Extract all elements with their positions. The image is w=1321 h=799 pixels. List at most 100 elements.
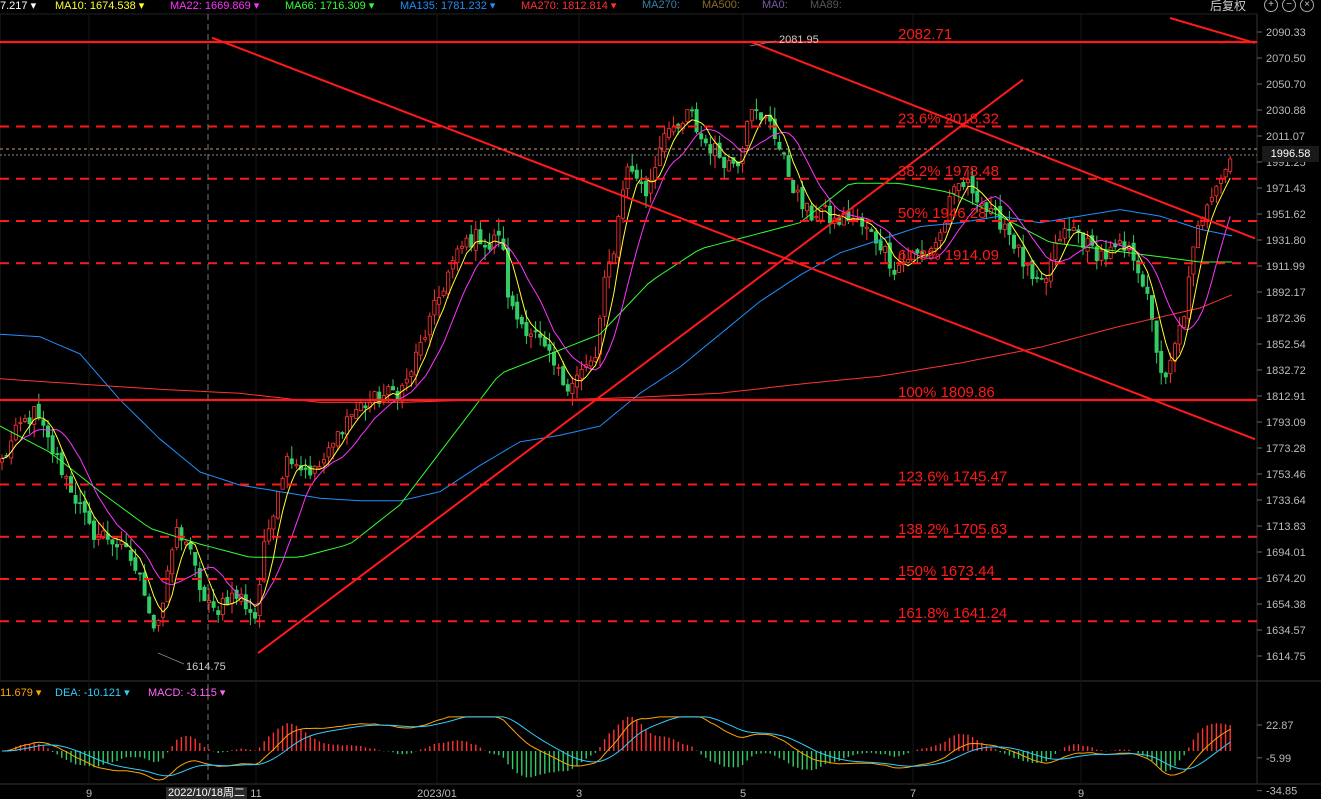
candle-body: [1067, 228, 1072, 231]
candle-body: [41, 419, 46, 426]
candle-body: [630, 165, 635, 172]
time-axis-label: 2023/01: [417, 788, 457, 799]
candle-body: [570, 383, 575, 394]
ma-legend-item[interactable]: MA10: 1674.538 ▾: [55, 0, 144, 12]
candle-body: [459, 245, 464, 249]
candle-body: [602, 276, 607, 317]
candle-body: [326, 447, 331, 458]
ma-legend-item[interactable]: MA66: 1716.309 ▾: [285, 0, 374, 12]
candle-body: [1214, 185, 1219, 197]
candle-body: [690, 109, 695, 112]
candle-body: [713, 143, 718, 157]
candle-body: [450, 260, 455, 270]
candle-body: [561, 366, 566, 386]
candle-body: [344, 416, 349, 435]
price-panel-border: [0, 13, 1258, 682]
candle-body: [1145, 286, 1150, 294]
candle-body: [271, 515, 276, 530]
candle-body: [699, 133, 704, 140]
price-tick-label: 1892.17: [1266, 287, 1306, 299]
candle-body: [1062, 228, 1067, 239]
candle-body: [722, 156, 727, 169]
candle-body: [170, 549, 175, 575]
price-tick-label: 1852.54: [1266, 339, 1306, 351]
candle-body: [759, 112, 764, 121]
candle-body: [556, 366, 561, 369]
candle-body: [685, 109, 690, 123]
candle-body: [482, 245, 487, 248]
candle-body: [202, 586, 207, 601]
candle-body: [358, 402, 363, 412]
candle-body: [782, 152, 787, 155]
ma66-line: [0, 182, 1232, 558]
candle-body: [165, 570, 170, 603]
candle-body: [22, 418, 27, 422]
candle-body: [593, 357, 598, 362]
candle-body: [749, 109, 754, 122]
trend-line: [749, 40, 1256, 240]
candle-body: [814, 216, 819, 219]
candle-body: [662, 133, 667, 153]
candle-body: [349, 414, 354, 417]
ma22-line: [1, 128, 1231, 606]
candle-body: [966, 179, 971, 184]
candle-body: [897, 264, 902, 273]
candle-body: [616, 216, 621, 258]
price-tick-label: 2090.33: [1266, 27, 1306, 39]
candle-body: [892, 269, 897, 275]
fib-level-label: 50% 1946.28: [898, 205, 986, 222]
ma-legend-item[interactable]: 7.217 ▾: [0, 0, 36, 12]
macd-legend-item[interactable]: MACD: -3.115 ▾: [148, 686, 225, 699]
rights-adjust-toggle[interactable]: 后复权: [1210, 0, 1246, 13]
fib-level-label: 100% 1809.86: [898, 384, 995, 401]
candle-body: [644, 180, 649, 197]
candle-body: [354, 409, 359, 419]
ma-legend-item[interactable]: MA89:: [810, 0, 842, 11]
candle-body: [611, 253, 616, 264]
candle-body: [496, 230, 501, 236]
price-tick-label: 1872.36: [1266, 313, 1306, 325]
candle-body: [754, 109, 759, 112]
ma-legend-item[interactable]: MA270:: [642, 0, 680, 11]
price-tick-label: 2030.88: [1266, 105, 1306, 117]
candle-body: [952, 186, 957, 194]
fib-level-label: 150% 1673.44: [898, 563, 995, 580]
time-axis-label: 9: [1078, 788, 1084, 799]
candle-body: [418, 341, 423, 356]
cursor-date-label: 2022/10/18周二: [166, 787, 248, 799]
ma-legend-item[interactable]: MA135: 1781.232 ▾: [400, 0, 495, 12]
candle-body: [78, 502, 83, 505]
candle-body: [542, 337, 547, 347]
candle-body: [427, 315, 432, 336]
candle-body: [823, 205, 828, 207]
candle-body: [188, 542, 193, 550]
candle-body: [1117, 240, 1122, 244]
ma-legend-item[interactable]: MA500:: [702, 0, 740, 11]
candle-body: [878, 240, 883, 251]
candle-body: [464, 237, 469, 248]
macd-legend-item[interactable]: DEA: -10.121 ▾: [55, 686, 130, 699]
ma-legend-item[interactable]: MA270: 1812.814 ▾: [521, 0, 616, 12]
time-axis-label: 9: [86, 788, 92, 799]
candle-body: [252, 612, 257, 619]
candle-body: [183, 541, 188, 545]
candle-body: [262, 541, 267, 582]
price-tick-label: 1832.72: [1266, 365, 1306, 377]
candle-body: [386, 386, 391, 396]
candle-body: [220, 598, 225, 615]
candle-body: [745, 121, 750, 146]
fib-level-label: 61.8% 1914.09: [898, 247, 999, 264]
candle-body: [335, 431, 340, 447]
candlestick-chart[interactable]: 2090.332070.502050.702030.882011.071991.…: [0, 0, 1321, 799]
macd-legend-item[interactable]: 11.679 ▾: [0, 686, 41, 699]
candle-body: [703, 138, 708, 144]
ma-legend-item[interactable]: MA0:: [762, 0, 788, 11]
candle-body: [266, 528, 271, 542]
candle-body: [137, 572, 142, 575]
candle-body: [423, 337, 428, 340]
macd-tick-label: 22.87: [1266, 720, 1294, 732]
candle-body: [998, 205, 1003, 230]
ma-legend-item[interactable]: MA22: 1669.869 ▾: [170, 0, 259, 12]
price-tick-label: 1773.28: [1266, 443, 1306, 455]
candle-body: [1182, 316, 1187, 328]
